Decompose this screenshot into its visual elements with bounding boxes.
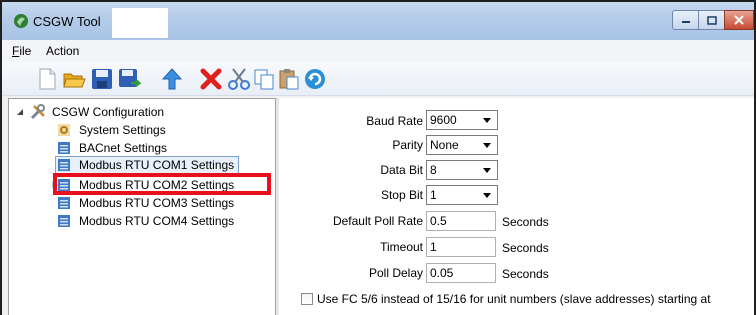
dropdown-arrow-icon	[483, 143, 491, 148]
title-bar[interactable]: CSGW Tool	[2, 2, 754, 40]
window-controls	[672, 10, 754, 32]
close-button[interactable]	[724, 10, 754, 30]
stop-bit-select[interactable]: 1	[426, 185, 498, 205]
parity-value: None	[430, 138, 459, 152]
maximize-button[interactable]	[698, 10, 725, 30]
tools-icon	[30, 104, 45, 120]
stop-bit-label: Stop Bit	[380, 188, 423, 202]
menu-action[interactable]: Action	[46, 44, 79, 58]
data-bit-row: Data Bit	[279, 160, 423, 180]
fc-5-6-checkbox-label: Use FC 5/6 instead of 15/16 for unit num…	[317, 292, 711, 306]
tree-item-label: BACnet Settings	[79, 141, 168, 155]
paste-icon[interactable]	[277, 67, 301, 91]
settings-form: Baud Rate 9600 Parity None Data Bit 8 St…	[279, 98, 754, 315]
data-bit-value: 8	[430, 163, 437, 177]
timeout-label: Timeout	[380, 240, 423, 254]
baud-rate-select[interactable]: 9600	[426, 110, 498, 130]
poll-delay-unit: Seconds	[502, 267, 549, 281]
toolbar	[2, 62, 754, 96]
baud-rate-value: 9600	[430, 113, 457, 127]
menu-file[interactable]: File	[12, 44, 31, 58]
poll-delay-input[interactable]	[426, 263, 496, 283]
tree-item-system-settings[interactable]: System Settings	[57, 121, 166, 139]
default-poll-rate-row: Default Poll Rate	[279, 211, 423, 231]
menu-bar: File Action	[2, 40, 754, 62]
baud-rate-row: Baud Rate	[279, 111, 423, 131]
title-redacted-area	[112, 8, 168, 38]
tree-item-label: Modbus RTU COM4 Settings	[79, 214, 235, 228]
config-tree[interactable]: CSGW Configuration System Settings BACne…	[8, 98, 276, 315]
default-poll-rate-label: Default Poll Rate	[332, 214, 423, 228]
timeout-input[interactable]	[426, 237, 496, 257]
tree-item-label: System Settings	[79, 123, 166, 137]
open-folder-icon[interactable]	[62, 67, 86, 91]
baud-rate-label: Baud Rate	[366, 114, 423, 128]
parity-label: Parity	[392, 138, 423, 152]
default-poll-rate-input[interactable]	[426, 211, 496, 231]
tree-item-modbus-com1[interactable]: Modbus RTU COM1 Settings	[55, 156, 240, 174]
save-icon[interactable]	[90, 67, 114, 91]
minimize-icon	[681, 21, 690, 23]
timeout-row: Timeout	[279, 237, 423, 257]
save-as-icon[interactable]	[117, 67, 141, 91]
dropdown-arrow-icon	[483, 118, 491, 123]
tree-item-bacnet-settings[interactable]: BACnet Settings	[57, 139, 167, 157]
minimize-button[interactable]	[672, 10, 699, 30]
poll-delay-label: Poll Delay	[368, 266, 423, 280]
tree-root[interactable]: CSGW Configuration	[15, 103, 164, 121]
window-title: CSGW Tool	[33, 14, 101, 29]
tree-item-label: Modbus RTU COM3 Settings	[79, 196, 235, 210]
red-highlight-annotation	[53, 173, 271, 195]
maximize-icon	[706, 15, 717, 25]
gear-settings-icon	[58, 124, 70, 136]
stop-bit-value: 1	[430, 188, 437, 202]
app-window: CSGW Tool File Action CSGW Configuration…	[0, 0, 756, 315]
upload-arrow-icon[interactable]	[160, 67, 184, 91]
tree-item-modbus-com4[interactable]: Modbus RTU COM4 Settings	[57, 212, 234, 230]
menu-action-label: Action	[46, 44, 80, 58]
document-icon	[58, 215, 70, 227]
collapse-arrow-icon[interactable]	[15, 107, 25, 117]
refresh-icon[interactable]	[303, 67, 327, 91]
tree-root-label: CSGW Configuration	[52, 105, 165, 119]
document-icon	[58, 159, 70, 171]
timeout-unit: Seconds	[502, 241, 549, 255]
stop-bit-row: Stop Bit	[279, 185, 423, 205]
data-bit-label: Data Bit	[380, 163, 423, 177]
close-icon	[734, 15, 744, 25]
default-poll-rate-unit: Seconds	[502, 215, 549, 229]
document-icon	[58, 197, 70, 209]
data-bit-select[interactable]: 8	[426, 160, 498, 180]
delete-icon[interactable]	[199, 67, 223, 91]
parity-row: Parity	[279, 135, 423, 155]
dropdown-arrow-icon	[483, 193, 491, 198]
new-file-icon[interactable]	[35, 67, 59, 91]
app-logo-icon	[14, 14, 28, 28]
fc-5-6-checkbox[interactable]	[301, 293, 313, 305]
document-icon	[58, 142, 70, 154]
parity-select[interactable]: None	[426, 135, 498, 155]
copy-icon[interactable]	[252, 67, 276, 91]
dropdown-arrow-icon	[483, 168, 491, 173]
tree-item-modbus-com3[interactable]: Modbus RTU COM3 Settings	[57, 194, 234, 212]
cut-icon[interactable]	[227, 67, 251, 91]
menu-file-label: ile	[19, 44, 32, 58]
tree-item-label: Modbus RTU COM1 Settings	[79, 158, 235, 172]
poll-delay-row: Poll Delay	[279, 263, 423, 283]
